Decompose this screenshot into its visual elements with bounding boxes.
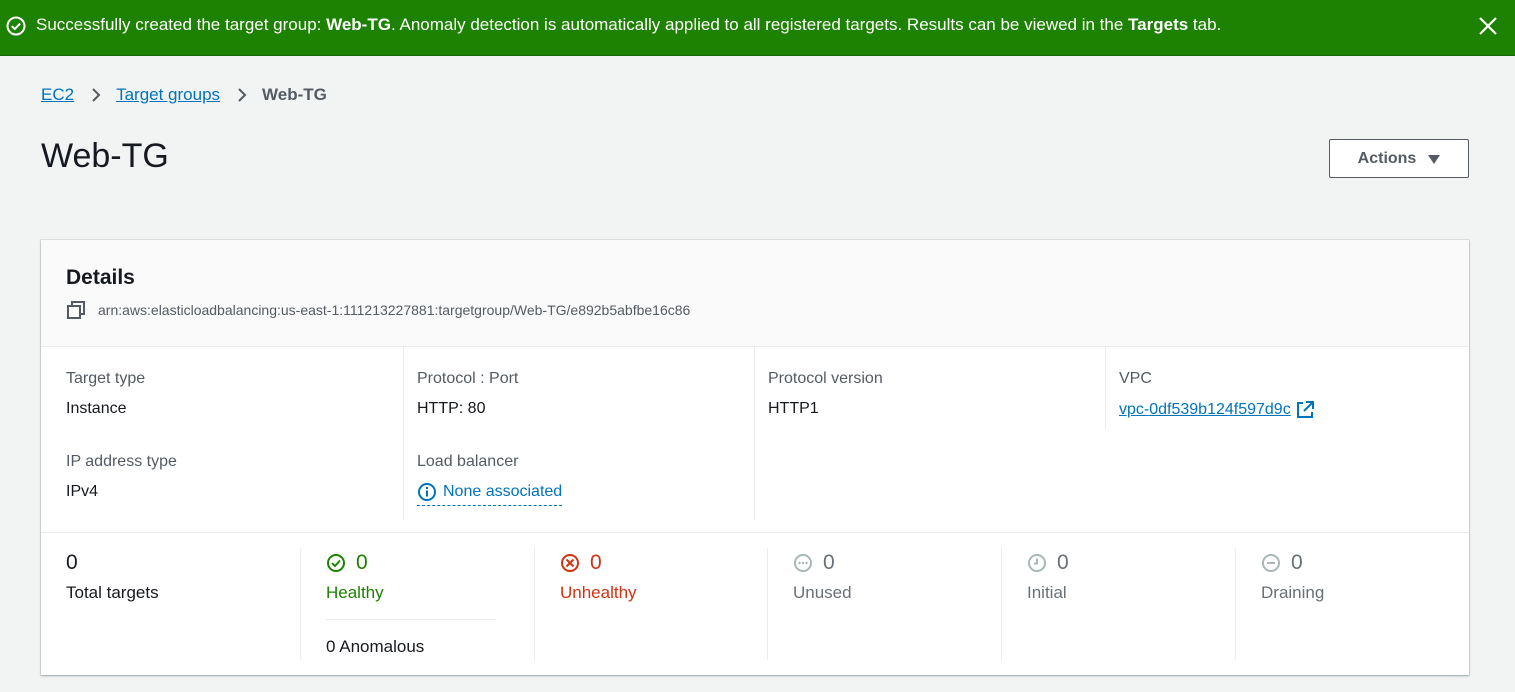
section-divider <box>41 532 1469 533</box>
flash-targets-tab-name: Targets <box>1128 15 1189 34</box>
chevron-right-icon <box>238 88 247 102</box>
vpc-label: VPC <box>1119 370 1152 387</box>
stat-initial: 0 Initial <box>1001 548 1235 660</box>
status-healthy-icon <box>327 554 345 572</box>
page-title: Web-TG <box>41 137 169 175</box>
actions-label: Actions <box>1357 149 1417 167</box>
total-targets-label: Total targets <box>66 583 159 602</box>
details-column-3: Protocol version HTTP1 <box>754 346 1105 520</box>
unhealthy-label: Unhealthy <box>560 583 637 602</box>
details-panel: Details arn:aws:elasticloadbalancing:us-… <box>41 240 1469 675</box>
breadcrumb: EC2 Target groups Web-TG <box>41 84 327 106</box>
ip-address-type-value: IPv4 <box>66 483 99 500</box>
unhealthy-count: 0 <box>560 550 602 576</box>
vpc-external-link[interactable]: vpc-0df539b124f597d9c <box>1119 400 1315 420</box>
protocol-port-value: HTTP: 80 <box>417 400 486 417</box>
status-initial-icon <box>1028 554 1046 572</box>
success-flash-banner: Successfully created the target group: W… <box>0 0 1515 56</box>
unused-label: Unused <box>793 583 852 602</box>
stat-draining: 0 Draining <box>1235 548 1469 660</box>
protocol-port-label: Protocol : Port <box>417 370 519 387</box>
target-type-value: Instance <box>66 400 127 417</box>
healthy-count: 0 <box>326 550 368 576</box>
status-unused-icon <box>794 554 812 572</box>
info-icon <box>418 483 436 501</box>
target-type-label: Target type <box>66 370 146 387</box>
flash-target-group-name: Web-TG <box>326 15 391 34</box>
arn-value: arn:aws:elasticloadbalancing:us-east-1:1… <box>98 302 691 318</box>
details-column-1: Target type Instance IP address type IPv… <box>66 346 391 521</box>
stat-healthy: 0 Healthy 0 Anomalous <box>300 548 534 660</box>
anomalous-divider <box>326 619 496 620</box>
flash-message: Successfully created the target group: W… <box>36 15 1222 34</box>
healthy-label: Healthy <box>326 583 384 602</box>
breadcrumb-current: Web-TG <box>262 85 327 104</box>
actions-dropdown-button[interactable]: Actions <box>1329 139 1469 178</box>
stat-unhealthy: 0 Unhealthy <box>534 548 768 660</box>
load-balancer-value: None associated <box>417 482 563 506</box>
status-draining-icon <box>1262 554 1280 572</box>
caret-down-icon <box>1428 154 1441 164</box>
details-column-2: Protocol : Port HTTP: 80 Load balancer N… <box>403 346 754 520</box>
external-link-icon <box>1296 401 1314 418</box>
protocol-version-value: HTTP1 <box>768 400 819 417</box>
protocol-version-label: Protocol version <box>768 370 883 387</box>
initial-count: 0 <box>1027 550 1069 576</box>
draining-count: 0 <box>1261 550 1303 576</box>
copy-icon[interactable] <box>66 300 86 320</box>
arn-row: arn:aws:elasticloadbalancing:us-east-1:1… <box>66 300 690 320</box>
details-header: Details arn:aws:elasticloadbalancing:us-… <box>41 240 1469 347</box>
ip-address-type-label: IP address type <box>66 453 177 470</box>
status-unhealthy-icon <box>561 554 579 572</box>
stat-unused: 0 Unused <box>767 548 1001 660</box>
chevron-right-icon <box>92 88 101 102</box>
vpc-value: vpc-0df539b124f597d9c <box>1119 400 1315 420</box>
breadcrumb-target-groups-link[interactable]: Target groups <box>116 85 220 105</box>
stat-total-targets: 0 Total targets <box>66 548 300 660</box>
breadcrumb-ec2-link[interactable]: EC2 <box>41 85 74 105</box>
details-column-4: VPC vpc-0df539b124f597d9c <box>1105 346 1456 430</box>
unused-count: 0 <box>793 550 835 576</box>
anomalous-count: 0 Anomalous <box>326 637 425 656</box>
draining-label: Draining <box>1261 583 1325 602</box>
load-balancer-info-link[interactable]: None associated <box>417 482 563 506</box>
close-icon[interactable] <box>1478 16 1498 36</box>
success-check-icon <box>6 16 26 36</box>
total-targets-count: 0 <box>66 551 78 574</box>
initial-label: Initial <box>1027 583 1067 602</box>
load-balancer-label: Load balancer <box>417 453 519 470</box>
details-heading: Details <box>66 266 135 289</box>
